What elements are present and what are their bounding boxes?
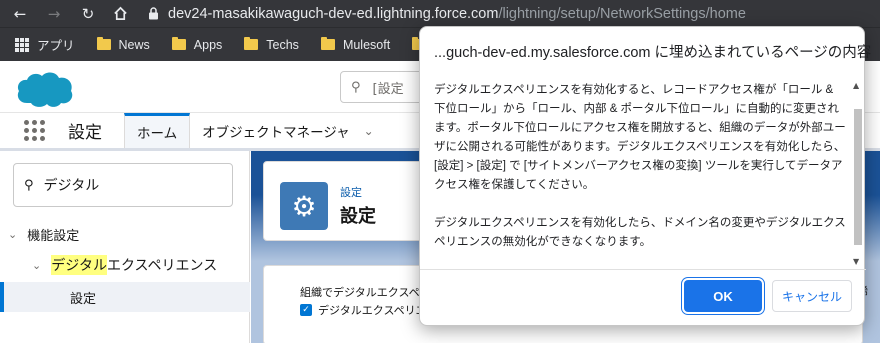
forward-arrow-icon[interactable]: → [44,4,64,24]
url-host: dev24-masakikawaguch-dev-ed.lightning.fo… [168,5,499,22]
home-icon[interactable] [110,4,130,24]
address-bar[interactable]: dev24-masakikawaguch-dev-ed.lightning.fo… [168,6,746,22]
url-path: /lightning/setup/NetworkSettings/home [498,5,746,22]
bookmark-techs[interactable]: Techs [244,37,299,52]
bookmark-label: Apps [193,37,223,52]
folder-icon [244,37,259,50]
tree-item-label: エクスペリエンス [106,258,218,274]
bookmark-label: News [118,37,150,52]
folder-icon [96,37,111,50]
tree-item-feature-settings[interactable]: ⌄ 機能設定 [8,225,79,244]
search-highlight: デジタル [51,255,107,275]
tree-item-digital-experiences[interactable]: ⌄ デジタル エクスペリエンス [32,255,217,275]
bookmark-label: Techs [266,37,299,52]
tree-item-label: 設定 [70,291,97,307]
tab-object-manager[interactable]: オブジェクトマネージャ ⌄ [190,113,386,148]
tree-item-settings-selected[interactable]: 設定 [0,282,250,312]
lock-icon[interactable] [146,7,160,21]
salesforce-cloud-logo[interactable] [14,69,76,109]
scroll-up-arrow-icon[interactable]: ▲ [853,81,859,90]
bookmark-label: アプリ [37,39,75,53]
chevron-down-icon[interactable]: ⌄ [364,124,374,138]
reload-icon[interactable]: ↻ [78,4,98,24]
bookmark-mulesoft[interactable]: Mulesoft [320,37,391,52]
back-arrow-icon[interactable]: ← [10,4,30,24]
quick-find-value: デジタル [43,178,100,194]
page-title: 設定 [340,206,376,227]
app-launcher-icon[interactable] [24,119,46,142]
chevron-down-icon[interactable]: ⌄ [32,259,41,272]
gear-icon: ⚙ [280,182,328,230]
divider [420,269,866,270]
search-placeholder: [設定 [372,81,404,97]
search-icon: ⚲ [24,177,34,193]
dialog-paragraph: デジタルエクスペリエンスを有効化すると、レコードアクセス権が「ロール & 下位ロ… [434,84,846,191]
search-icon: ⚲ [351,79,361,95]
tab-object-manager-label: オブジェクトマネージャ [202,124,350,141]
dialog-scrollbar[interactable]: ▲ ▼ [852,81,864,267]
folder-icon [320,37,335,50]
setup-sidebar: ⚲ デジタル ⌄ 機能設定 ⌄ デジタル エクスペリエンス 設定 [0,151,250,343]
tab-home[interactable]: ホーム [124,113,191,148]
bookmark-apps[interactable]: Apps [171,37,223,52]
breadcrumb[interactable]: 設定 [340,184,362,200]
confirm-dialog: ...guch-dev-ed.my.salesforce.com に埋め込まれて… [419,26,871,326]
folder-icon [171,37,186,50]
ok-button[interactable]: OK [684,280,762,312]
app-name: 設定 [68,123,102,142]
dialog-paragraph: デジタルエクスペリエンスを有効化したら、ドメイン名の変更やデジタルエクスペリエン… [434,217,846,248]
checkmark-icon: ✓ [300,304,312,316]
tree-item-label: 機能設定 [27,229,80,244]
browser-url-bar: ← → ↻ dev24-masakikawaguch-dev-ed.lightn… [0,0,880,27]
dialog-title: ...guch-dev-ed.my.salesforce.com に埋め込まれて… [434,45,872,61]
dialog-body: デジタルエクスペリエンスを有効化すると、レコードアクセス権が「ロール & 下位ロ… [434,81,846,269]
scrollbar-thumb[interactable] [854,109,862,245]
cancel-button[interactable]: キャンセル [772,280,852,312]
chevron-down-icon[interactable]: ⌄ [8,228,17,241]
bookmark-news[interactable]: News [96,37,150,52]
bookmark-label: Mulesoft [342,37,391,52]
bookmark-apps-shortcut[interactable]: アプリ [15,35,75,54]
apps-grid-icon [15,37,29,52]
scroll-down-arrow-icon[interactable]: ▼ [853,257,859,266]
quick-find-input[interactable]: ⚲ デジタル [13,163,233,207]
